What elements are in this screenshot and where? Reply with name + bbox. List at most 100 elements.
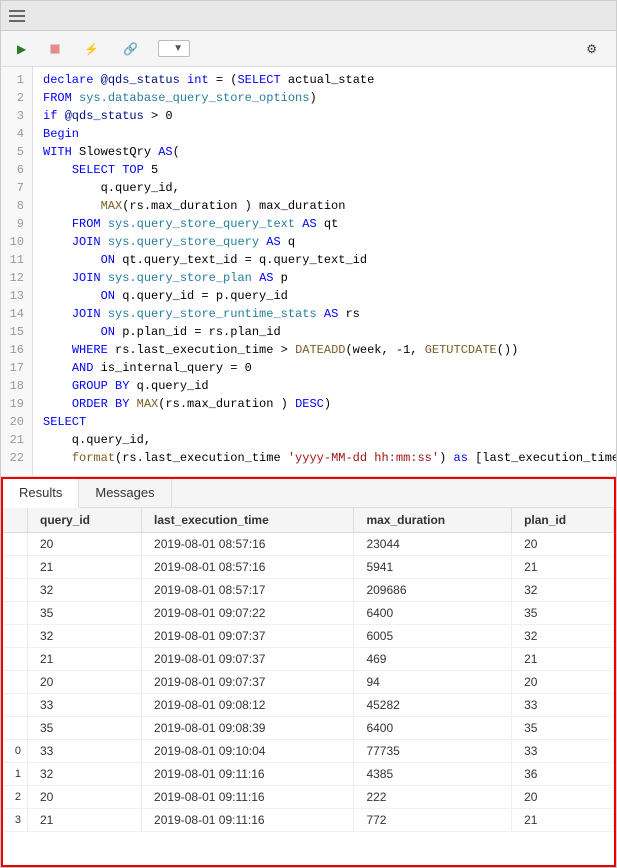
cell-max_duration: 6400 bbox=[354, 717, 512, 740]
cell-max_duration: 94 bbox=[354, 671, 512, 694]
code-line: FROM sys.database_query_store_options) bbox=[43, 89, 606, 107]
code-token: AS bbox=[302, 217, 316, 231]
cell-last_execution_time: 2019-08-01 08:57:17 bbox=[142, 579, 354, 602]
code-token bbox=[43, 361, 72, 375]
cell-plan_id: 33 bbox=[512, 740, 614, 763]
row-number bbox=[3, 671, 28, 694]
code-text[interactable]: declare @qds_status int = (SELECT actual… bbox=[33, 67, 616, 476]
code-line: ON qt.query_text_id = q.query_text_id bbox=[43, 251, 606, 269]
code-token bbox=[43, 397, 72, 411]
line-number: 20 bbox=[9, 413, 24, 431]
cell-max_duration: 209686 bbox=[354, 579, 512, 602]
row-number bbox=[3, 625, 28, 648]
code-token bbox=[43, 199, 101, 213]
code-token: AS bbox=[158, 145, 172, 159]
line-number: 18 bbox=[9, 377, 24, 395]
table-row[interactable]: 1322019-08-01 09:11:16438536 bbox=[3, 763, 614, 786]
code-token: SELECT bbox=[237, 73, 280, 87]
table-row[interactable]: 0332019-08-01 09:10:047773533 bbox=[3, 740, 614, 763]
toolbar: ▶ ⚡ 🔗 ▼ ⚙ bbox=[1, 31, 616, 67]
code-token: sys.query_store_query bbox=[108, 235, 259, 249]
code-token bbox=[43, 253, 101, 267]
line-numbers: 12345678910111213141516171819202122 bbox=[1, 67, 33, 476]
code-token: sys.query_store_runtime_stats bbox=[108, 307, 317, 321]
change-connection-button[interactable]: 🔗 bbox=[115, 38, 150, 60]
code-token: ON bbox=[101, 325, 115, 339]
results-tab-results[interactable]: Results bbox=[3, 479, 79, 508]
run-icon: ▶ bbox=[17, 42, 26, 56]
cell-plan_id: 20 bbox=[512, 671, 614, 694]
line-number: 22 bbox=[9, 449, 24, 467]
hamburger-icon[interactable] bbox=[9, 10, 25, 22]
line-number: 9 bbox=[9, 215, 24, 233]
code-content: 12345678910111213141516171819202122 decl… bbox=[1, 67, 616, 476]
cell-max_duration: 6005 bbox=[354, 625, 512, 648]
line-number: 7 bbox=[9, 179, 24, 197]
table-row[interactable]: 322019-08-01 08:57:1720968632 bbox=[3, 579, 614, 602]
code-token: Begin bbox=[43, 127, 79, 141]
code-token: FROM bbox=[43, 91, 72, 105]
cell-query_id: 32 bbox=[28, 763, 142, 786]
table-row[interactable]: 352019-08-01 09:08:39640035 bbox=[3, 717, 614, 740]
code-token: actual_state bbox=[281, 73, 375, 87]
line-number: 6 bbox=[9, 161, 24, 179]
code-token: p.plan_id = rs.plan_id bbox=[115, 325, 281, 339]
code-token: JOIN bbox=[72, 271, 101, 285]
disconnect-button[interactable]: ⚡ bbox=[76, 38, 111, 60]
code-token: (week, -1, bbox=[345, 343, 424, 357]
code-token: ON bbox=[101, 289, 115, 303]
code-token bbox=[43, 379, 72, 393]
cell-plan_id: 32 bbox=[512, 625, 614, 648]
results-tab-messages[interactable]: Messages bbox=[79, 479, 171, 507]
line-number: 12 bbox=[9, 269, 24, 287]
database-selector[interactable]: ▼ bbox=[158, 40, 190, 57]
table-row[interactable]: 212019-08-01 08:57:16594121 bbox=[3, 556, 614, 579]
col-max_duration: max_duration bbox=[354, 508, 512, 533]
code-token: AS bbox=[259, 271, 273, 285]
cell-plan_id: 36 bbox=[512, 763, 614, 786]
code-token bbox=[43, 217, 72, 231]
code-line: q.query_id, bbox=[43, 431, 606, 449]
row-number: 2 bbox=[3, 786, 28, 809]
line-number: 2 bbox=[9, 89, 24, 107]
code-token: AND bbox=[72, 361, 94, 375]
table-row[interactable]: 332019-08-01 09:08:124528233 bbox=[3, 694, 614, 717]
code-token bbox=[43, 235, 72, 249]
code-token: JOIN bbox=[72, 307, 101, 321]
table-row[interactable]: 202019-08-01 08:57:162304420 bbox=[3, 533, 614, 556]
code-line: ON q.query_id = p.query_id bbox=[43, 287, 606, 305]
cell-query_id: 20 bbox=[28, 533, 142, 556]
table-row[interactable]: 2202019-08-01 09:11:1622220 bbox=[3, 786, 614, 809]
table-row[interactable]: 3212019-08-01 09:11:1677221 bbox=[3, 809, 614, 832]
line-number: 16 bbox=[9, 341, 24, 359]
cancel-button[interactable] bbox=[42, 40, 72, 58]
code-token: is_internal_query = 0 bbox=[93, 361, 251, 375]
code-line: format(rs.last_execution_time 'yyyy-MM-d… bbox=[43, 449, 606, 467]
code-token bbox=[43, 307, 72, 321]
cell-last_execution_time: 2019-08-01 09:08:39 bbox=[142, 717, 354, 740]
table-row[interactable]: 212019-08-01 09:07:3746921 bbox=[3, 648, 614, 671]
cell-query_id: 33 bbox=[28, 694, 142, 717]
code-token: as bbox=[454, 451, 468, 465]
code-token: q.query_id bbox=[129, 379, 208, 393]
results-table-wrapper[interactable]: query_idlast_execution_timemax_durationp… bbox=[3, 508, 614, 865]
cell-last_execution_time: 2019-08-01 09:11:16 bbox=[142, 786, 354, 809]
code-token bbox=[101, 271, 108, 285]
results-table: query_idlast_execution_timemax_durationp… bbox=[3, 508, 614, 832]
code-token: ( bbox=[173, 145, 180, 159]
code-token: SELECT bbox=[43, 415, 86, 429]
table-row[interactable]: 352019-08-01 09:07:22640035 bbox=[3, 602, 614, 625]
run-button[interactable]: ▶ bbox=[9, 38, 38, 60]
cell-last_execution_time: 2019-08-01 08:57:16 bbox=[142, 556, 354, 579]
code-token: ) bbox=[309, 91, 316, 105]
table-row[interactable]: 202019-08-01 09:07:379420 bbox=[3, 671, 614, 694]
cell-query_id: 21 bbox=[28, 556, 142, 579]
table-row[interactable]: 322019-08-01 09:07:37600532 bbox=[3, 625, 614, 648]
code-token: qt.query_text_id = q.query_text_id bbox=[115, 253, 367, 267]
row-number bbox=[3, 579, 28, 602]
cell-plan_id: 35 bbox=[512, 717, 614, 740]
change-connection-icon: 🔗 bbox=[123, 42, 138, 56]
explain-button[interactable]: ⚙ bbox=[579, 39, 608, 59]
code-editor[interactable]: 12345678910111213141516171819202122 decl… bbox=[1, 67, 616, 477]
code-token: DESC bbox=[295, 397, 324, 411]
